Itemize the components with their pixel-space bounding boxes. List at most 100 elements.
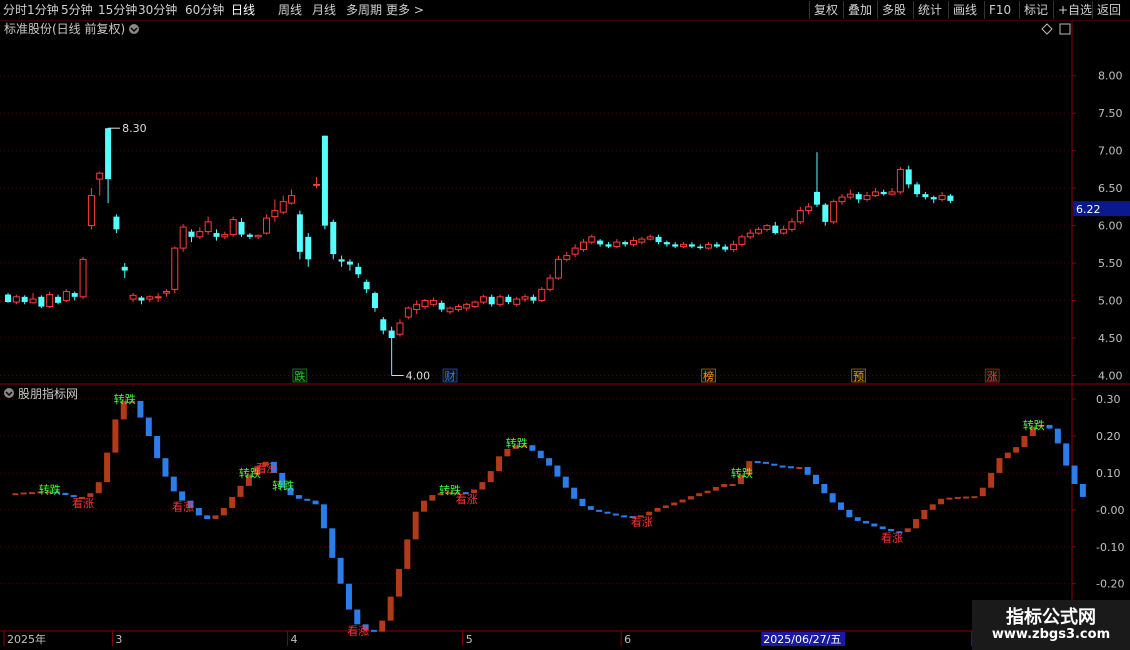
indicator-bar [104,452,111,483]
period-tab-10[interactable]: 更多 > [386,2,424,18]
indicator-bar [162,458,169,477]
candle-body [796,210,804,223]
candle-body [204,221,212,233]
toolbar-action-1[interactable]: 叠加 [843,1,876,19]
indicator-bar [721,484,728,487]
candle-body [371,293,378,309]
indicator-bar [979,487,986,497]
candle-body [563,255,571,260]
toolbar-action-5[interactable]: F10 [984,1,1015,19]
indicator-bar [1079,484,1086,497]
indicator-bar [938,498,945,505]
signal-label: 转跌 [114,392,136,406]
candle-body [713,244,720,247]
signal-label: 看涨 [631,514,653,528]
candle-body [388,330,395,339]
indicator-bar [829,493,836,503]
diamond-icon [1041,23,1053,35]
period-tab-4[interactable]: 30分钟 [138,2,177,18]
candle-body [655,236,662,243]
date-tick-label: 4 [291,633,298,646]
candle-body [730,243,738,251]
toolbar-action-3[interactable]: 统计 [913,1,946,19]
indicator-bar [337,557,344,584]
period-tab-3[interactable]: 15分钟 [98,2,137,18]
indicator-bar [671,502,678,506]
candle-body [454,306,462,311]
indicator-bar [963,496,970,499]
indicator-bar [195,508,202,516]
indicator-bar [821,484,828,494]
candle-body [838,196,846,203]
indicator-bar [220,508,227,516]
candle-body [313,183,321,186]
indicator-bar [904,528,911,532]
indicator-bar [954,496,961,499]
candle-body [271,210,279,218]
indicator-bar [662,505,669,508]
period-tab-2[interactable]: 5分钟 [61,2,93,18]
toolbar-action-7[interactable]: +自选 [1053,1,1096,19]
candle-body [588,236,596,243]
candle-body [488,296,495,305]
indicator-bar [1071,465,1078,484]
candle-body [129,294,137,300]
indicator-bar [988,472,995,488]
indicator-bar [145,417,152,436]
candle-body [755,228,763,234]
candle-body [229,219,237,236]
period-tab-7[interactable]: 周线 [278,2,302,18]
indicator-bar [320,504,327,529]
candle-body [613,241,621,248]
period-tab-1[interactable]: 1分钟 [27,2,59,18]
indicator-bar [762,461,769,464]
indicator-bar [62,492,69,496]
period-tab-8[interactable]: 月线 [312,2,336,18]
candle-body [513,298,521,305]
indicator-bar [729,484,736,486]
date-tick-label: 5 [466,633,473,646]
candle-body [822,204,829,222]
candle-body [697,246,704,249]
candle-body [62,291,70,302]
price-tick-label: 6.00 [1098,220,1123,233]
candle-body [896,168,904,193]
period-tab-9[interactable]: 多周期 [346,2,382,18]
indicator-bar [395,568,402,597]
period-tab-5[interactable]: 60分钟 [185,2,224,18]
candle-body [638,238,646,243]
date-tick-label: 3 [115,633,122,646]
indicator-bar [946,497,953,500]
candle-body [171,247,179,290]
candle-body [429,300,437,305]
candle-body [772,225,779,234]
toolbar-action-8[interactable]: 返回 [1092,1,1125,19]
indicator-bar [771,463,778,466]
toolbar-action-6[interactable]: 标记 [1019,1,1052,19]
event-marker-label: 预 [853,370,864,383]
signal-label: 看涨 [456,492,478,506]
candle-body [213,233,220,237]
candle-body [113,216,120,230]
candle-body [179,226,187,249]
candle-body [738,236,746,245]
indicator-bar [587,506,594,510]
signal-label: 转跌 [272,479,294,493]
toolbar-action-4[interactable]: 画线 [948,1,981,19]
toolbar-action-2[interactable]: 多股 [877,1,910,19]
indicator-tick-label: -0.20 [1096,578,1124,591]
period-tab-6[interactable]: 日线 [231,2,255,18]
chart-area[interactable]: 4.00 4.50 5.00 5.50 6.00 6.50 7.00 7.50 8.00 0.30… [0,20,1130,650]
candle-body [279,201,287,213]
price-tick-label: 5.50 [1098,257,1123,270]
period-tab-0[interactable]: 分时 [3,2,27,18]
indicator-bar [579,498,586,507]
candle-body [338,259,345,262]
toolbar-action-0[interactable]: 复权 [809,1,842,19]
candle-body [221,234,229,238]
indicator-bar [846,509,853,518]
indicator-bar [295,495,302,499]
signal-label: 转跌 [1023,418,1045,432]
indicator-tick-label: 0.30 [1096,393,1121,406]
indicator-bar [1054,428,1061,444]
